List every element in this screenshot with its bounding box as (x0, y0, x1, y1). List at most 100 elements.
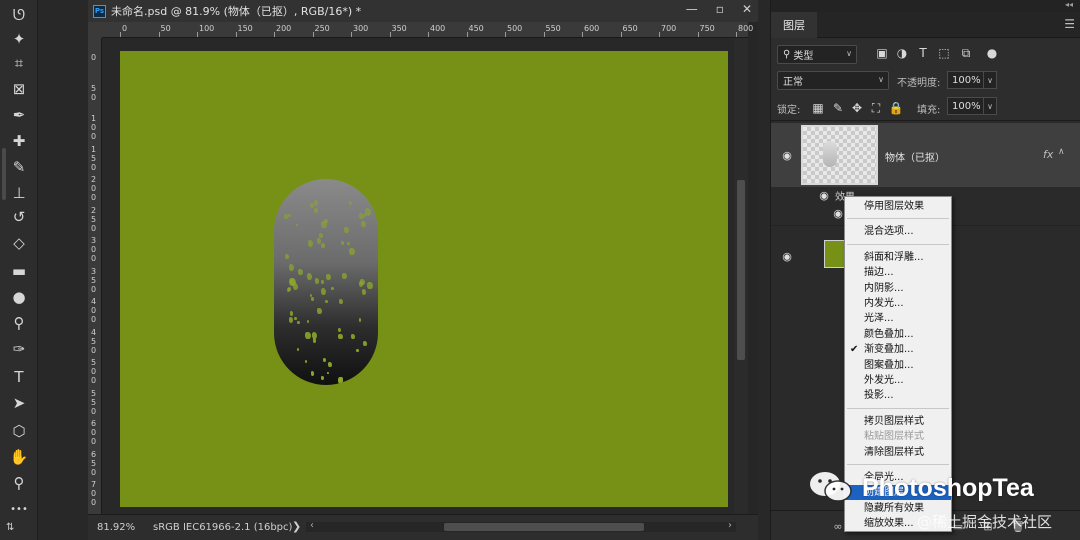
smart-object-filter-icon[interactable]: ⧉ (959, 46, 973, 60)
horizontal-ruler[interactable]: 0 50 100 150 200 250 300 350 400 450 500 550 600 650 7… (102, 22, 753, 38)
layer-thumbnail[interactable] (801, 125, 878, 185)
panel-menu-icon[interactable]: ☰ (1064, 17, 1075, 31)
speckle (367, 281, 373, 289)
shape-icon[interactable]: ⬡ (8, 420, 30, 442)
path-select-icon[interactable]: ➤ (8, 392, 30, 414)
gradient-icon[interactable]: ▬ (8, 260, 30, 282)
more-tools-icon[interactable]: ••• (8, 498, 30, 520)
pen-icon[interactable]: ✑ (8, 338, 30, 360)
scroll-left-icon[interactable]: ‹ (310, 520, 314, 531)
speckle (344, 226, 349, 234)
eye-icon[interactable]: ◉ (780, 149, 794, 162)
speckle (308, 240, 314, 248)
menu-item[interactable]: 投影... (845, 388, 951, 403)
clone-stamp-icon[interactable]: ⊥ (8, 182, 30, 204)
workspace[interactable] (102, 38, 734, 514)
effect-eye-icon[interactable]: ◉ (831, 207, 845, 220)
brush-icon[interactable]: ✎ (8, 156, 30, 178)
ruler-label: 450 (468, 24, 484, 33)
shape-filter-icon[interactable]: ⬚ (937, 46, 951, 60)
opacity-dropdown-icon[interactable]: ∨ (983, 71, 997, 89)
menu-item[interactable]: 清除图层样式 (845, 445, 951, 460)
canvas[interactable] (120, 51, 728, 507)
lock-artboard-icon[interactable]: ⛶ (869, 101, 883, 115)
menu-item[interactable]: 内发光... (845, 296, 951, 311)
frame-icon[interactable]: ⊠ (8, 78, 30, 100)
menu-item[interactable]: 图案叠加... (845, 358, 951, 373)
speckle (288, 317, 293, 323)
document-tab[interactable]: Ps 未命名.psd @ 81.9% (物体（已抠）, RGB/16*) * —… (88, 0, 758, 22)
layer-row-object[interactable]: ◉ 物体（已抠） fx ∧ (771, 123, 1080, 187)
menu-item[interactable]: 光泽... (845, 311, 951, 326)
restore-icon[interactable]: ▫ (716, 2, 724, 16)
zoom-icon[interactable]: ⚲ (8, 472, 30, 494)
ruler-tick (505, 32, 506, 37)
blur-icon[interactable]: ● (8, 286, 30, 308)
zoom-level[interactable]: 81.92% (97, 522, 135, 533)
speckle (284, 253, 289, 260)
menu-item[interactable]: 内阴影... (845, 281, 951, 296)
lock-transparency-icon[interactable]: ▦ (811, 101, 825, 115)
crop-icon[interactable]: ⌗ (8, 52, 30, 74)
effects-eye-icon[interactable]: ◉ (817, 189, 831, 202)
pill-object[interactable] (274, 179, 378, 385)
horizontal-scroll-thumb[interactable] (444, 523, 644, 531)
eye-icon[interactable]: ◉ (780, 250, 794, 263)
menu-item-label: 外发光... (864, 375, 904, 386)
type-filter-icon[interactable]: T (916, 46, 930, 60)
fx-icon[interactable]: fx (1043, 148, 1053, 161)
swap-colors-icon[interactable]: ⇅ (6, 522, 14, 533)
menu-item[interactable]: 斜面和浮雕... (845, 250, 951, 265)
layer-thumbnail[interactable] (824, 240, 846, 268)
ruler-origin[interactable] (88, 22, 102, 38)
menu-item[interactable]: 外发光... (845, 373, 951, 388)
dodge-icon[interactable]: ⚲ (8, 312, 30, 334)
vertical-scroll-thumb[interactable] (737, 180, 745, 360)
hand-icon[interactable]: ✋ (8, 446, 30, 468)
magic-wand-icon[interactable]: ✦ (8, 28, 30, 50)
menu-item[interactable]: 混合选项... (845, 224, 951, 239)
menu-item[interactable]: 颜色叠加... (845, 327, 951, 342)
fill-dropdown-icon[interactable]: ∨ (983, 97, 997, 115)
close-icon[interactable]: ✕ (742, 2, 752, 16)
adjustment-filter-icon[interactable]: ◑ (895, 46, 909, 60)
lock-position-icon[interactable]: ✥ (850, 101, 864, 115)
lock-paint-icon[interactable]: ✎ (831, 101, 845, 115)
eyedropper-icon[interactable]: ✒ (8, 104, 30, 126)
vertical-scrollbar[interactable] (734, 38, 748, 514)
ruler-tick (466, 32, 468, 37)
speckle (321, 242, 326, 249)
link-layers-icon[interactable]: ∞ (831, 519, 845, 533)
filter-toggle-icon[interactable]: ● (985, 46, 999, 60)
vertical-ruler[interactable]: 0 50 100 150 200 250 300 350 400 450 500 550 600 650 7… (88, 38, 102, 514)
ruler-label: 250 (314, 24, 330, 33)
minimize-icon[interactable]: — (686, 2, 698, 16)
pixel-filter-icon[interactable]: ▣ (875, 46, 889, 60)
menu-item[interactable]: ✔ 渐变叠加... (845, 342, 951, 357)
tab-layers[interactable]: 图层 (771, 12, 817, 38)
speckle (341, 273, 347, 280)
history-brush-icon[interactable]: ↺ (8, 206, 30, 228)
menu-item: 粘贴图层样式 (845, 429, 951, 444)
blend-mode-select[interactable]: 正常 ∨ (777, 71, 889, 90)
menu-item[interactable]: 描边... (845, 265, 951, 280)
horizontal-scrollbar[interactable]: ‹ › (306, 520, 736, 532)
status-menu-arrow[interactable]: ❯ (292, 520, 301, 533)
menu-item-label: 颜色叠加... (864, 328, 914, 340)
ruler-tick (582, 32, 583, 37)
healing-brush-icon[interactable]: ✚ (8, 130, 30, 152)
scroll-right-icon[interactable]: › (728, 520, 732, 531)
panel-dock-bar: ◂◂ (771, 0, 1080, 12)
filter-kind-select[interactable]: ⚲ 类型 ∨ (777, 45, 857, 64)
lasso-icon[interactable]: ᘎ (8, 4, 30, 26)
ruler-label: 150 (237, 24, 253, 33)
collapse-effects-icon[interactable]: ∧ (1058, 147, 1065, 157)
menu-item[interactable]: 拷贝图层样式 (845, 414, 951, 429)
lock-all-icon[interactable]: 🔒 (889, 101, 904, 115)
type-icon[interactable]: T (8, 366, 30, 388)
eraser-icon[interactable]: ◇ (8, 232, 30, 254)
speckle (350, 334, 355, 340)
menu-item[interactable]: 停用图层效果 (845, 199, 951, 214)
layer-name[interactable]: 物体（已抠） (885, 149, 945, 164)
collapse-panels-icon[interactable]: ◂◂ (1065, 0, 1073, 9)
